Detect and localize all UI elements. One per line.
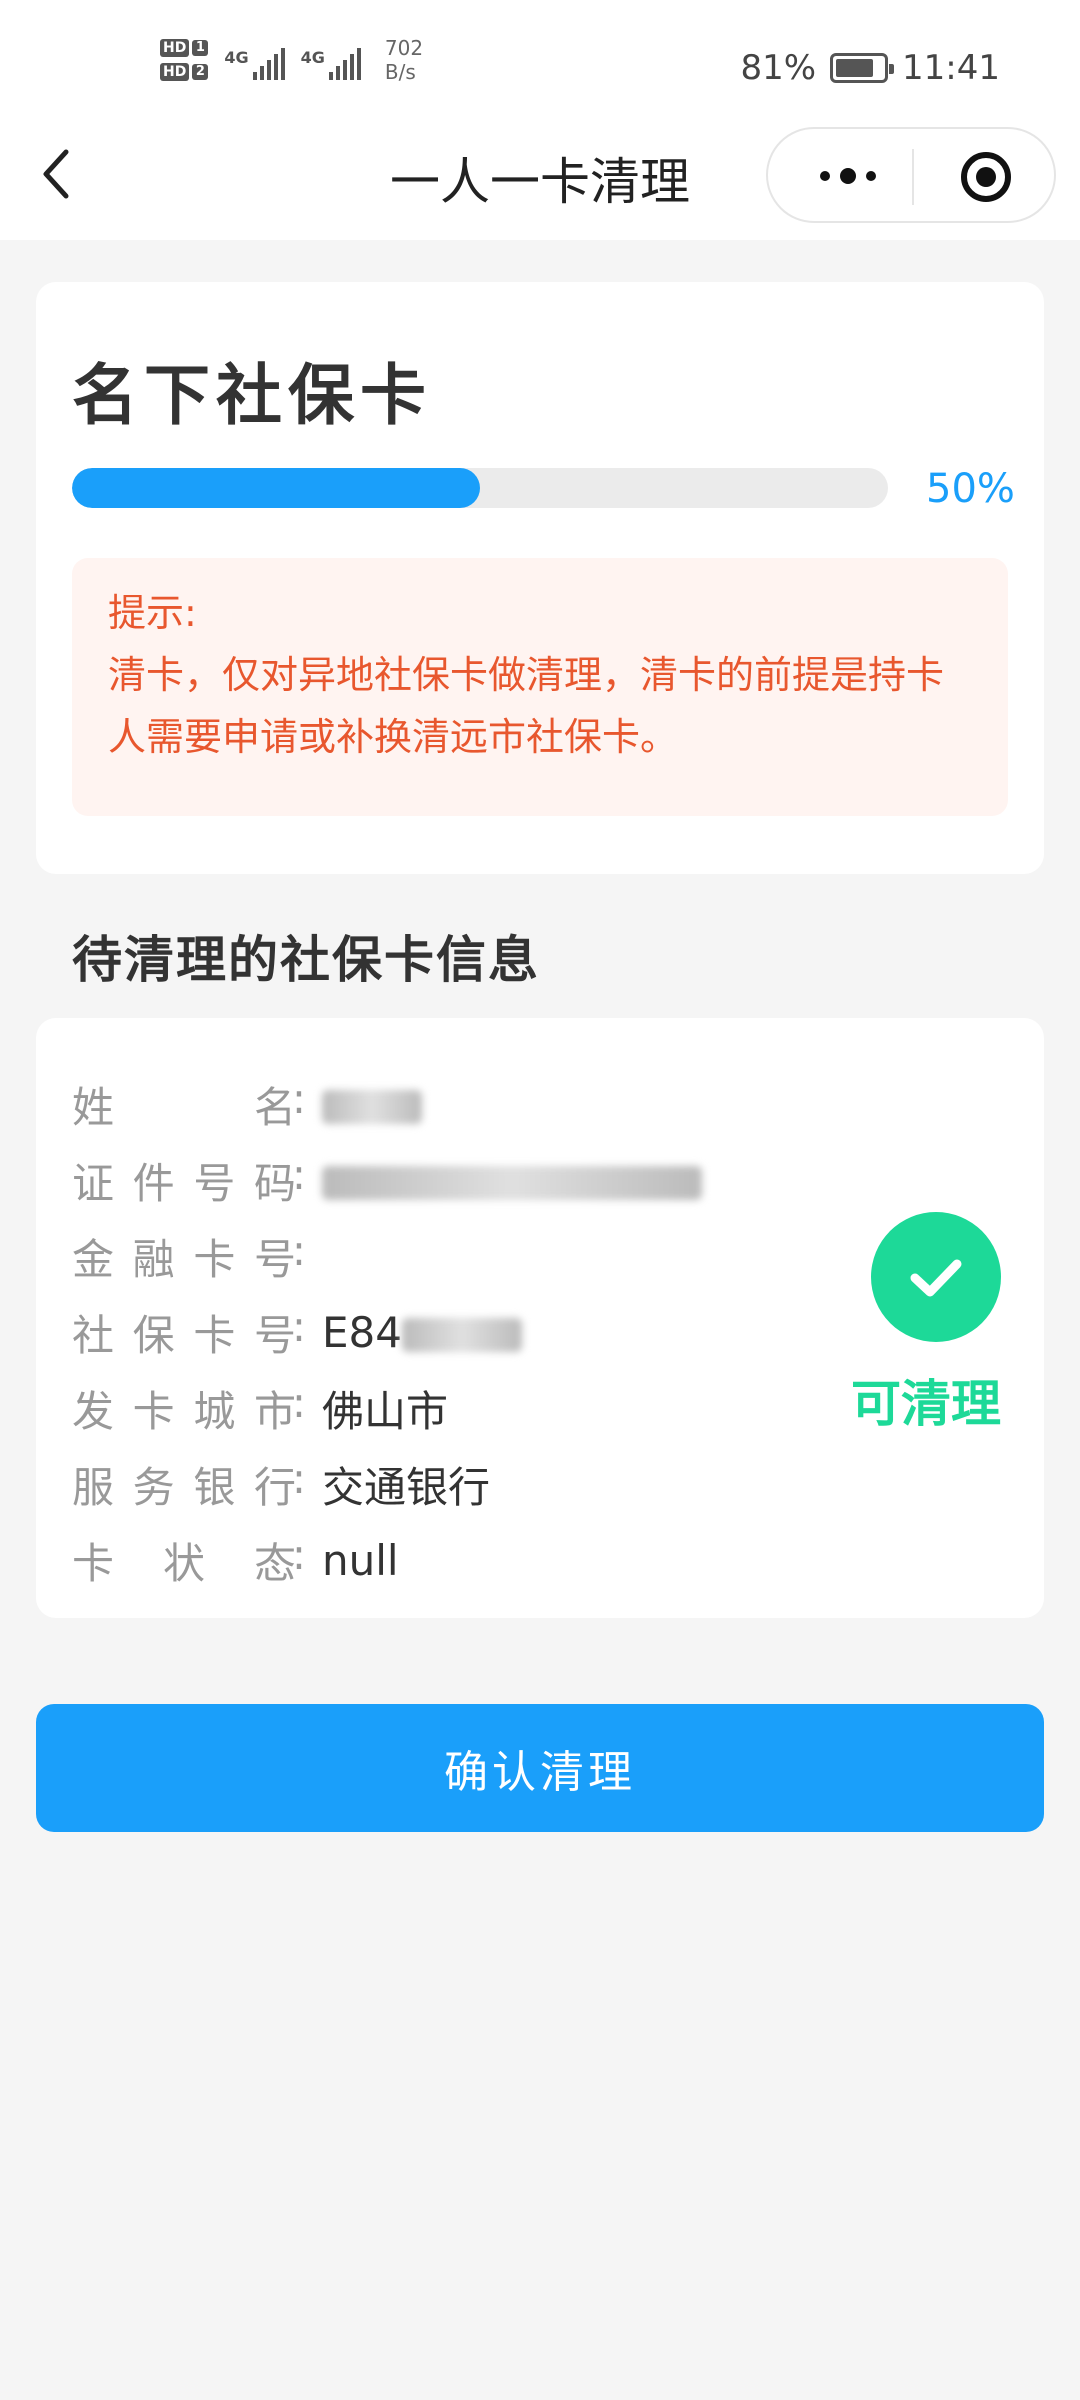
info-label: 服务银行: (72, 1454, 306, 1515)
info-list: 姓名: 证件号码: 金融卡号: 社保卡号: E84 发卡城市: 佛山市服务银行: 交通银行卡状… (72, 1066, 772, 1598)
info-label: 金融卡号: (72, 1226, 306, 1287)
info-label-char: 发 (72, 1386, 115, 1436)
info-value (302, 1156, 702, 1205)
sim2-hd-badge: HD (160, 63, 190, 81)
info-label-char: 名 (253, 1082, 296, 1132)
battery-fill (836, 59, 874, 77)
info-label-char: 金 (72, 1234, 115, 1284)
status-right: 81% 11:41 (740, 48, 1000, 88)
info-label-char: 码 (253, 1158, 296, 1208)
confirm-clean-button[interactable]: 确认清理 (36, 1704, 1044, 1832)
signal2-label: 4G (300, 48, 325, 67)
sim2-number: 2 (192, 64, 209, 80)
info-label-char: 号 (253, 1234, 296, 1284)
info-label-char: 行 (253, 1462, 296, 1512)
info-value: null (302, 1536, 399, 1585)
info-label-char: 市 (253, 1386, 296, 1436)
sim1-indicator: HD 1 (160, 39, 209, 57)
signal1-label: 4G (224, 48, 249, 67)
section-title: 待清理的社保卡信息 (72, 931, 540, 989)
status-left: HD 1 HD 2 4G 4G 702 B/s (160, 36, 423, 84)
info-label-char: 号 (193, 1158, 236, 1208)
progress-bar (72, 468, 888, 508)
info-row: 卡状态: null (72, 1522, 772, 1598)
sim1-hd-badge: HD (160, 39, 190, 57)
status-area: 可清理 (816, 1212, 1056, 1436)
clock: 11:41 (902, 48, 1000, 88)
info-label: 发卡城市: (72, 1378, 306, 1439)
tip-title: 提示: (108, 591, 197, 635)
info-label-char: 卡 (72, 1538, 115, 1588)
info-label-char: 城 (193, 1386, 236, 1436)
target-icon (961, 152, 1011, 202)
net-speed-value: 702 (384, 36, 424, 60)
info-value-text: 交通银行 (322, 1462, 491, 1512)
info-row: 姓名: (72, 1066, 772, 1142)
info-label: 卡状态: (72, 1530, 306, 1591)
info-label-char: 卡 (193, 1234, 236, 1284)
info-label-char: 社 (72, 1310, 115, 1360)
info-label-char: 状 (162, 1538, 205, 1588)
info-label-char: 务 (132, 1462, 175, 1512)
info-row: 发卡城市: 佛山市 (72, 1370, 772, 1446)
info-label: 证件号码: (72, 1150, 306, 1211)
sim1-number: 1 (192, 40, 209, 56)
info-row: 金融卡号: (72, 1218, 772, 1294)
progress-fill (72, 468, 480, 508)
info-label-colon: : (291, 1225, 306, 1275)
sim2-indicator: HD 2 (160, 63, 209, 81)
battery-percent: 81% (740, 48, 817, 88)
info-label-char: 态 (253, 1538, 296, 1588)
info-label-char: 保 (132, 1310, 175, 1360)
status-text: 可清理 (851, 1375, 1001, 1433)
redacted-block (322, 1166, 702, 1200)
more-dots-icon (820, 171, 830, 181)
card-info-card: 姓名: 证件号码: 金融卡号: 社保卡号: E84 发卡城市: 佛山市服务银行: 交通银行卡状… (36, 1018, 1044, 1618)
capsule-divider (912, 149, 914, 205)
info-label-char: 号 (253, 1310, 296, 1360)
info-label-char: 融 (132, 1234, 175, 1284)
info-value: E84 (302, 1308, 522, 1357)
mini-program-capsule (766, 127, 1056, 223)
info-label-char: 卡 (193, 1310, 236, 1360)
info-label-char: 卡 (132, 1386, 175, 1436)
check-circle-icon (871, 1212, 1001, 1342)
info-label-char: 证 (72, 1158, 115, 1208)
more-button[interactable] (808, 151, 888, 201)
info-row: 证件号码: (72, 1142, 772, 1218)
signal2-icon: 4G (301, 40, 361, 80)
progress-percent: 50% (926, 466, 1015, 512)
info-value-text: E84 (322, 1307, 402, 1357)
nav-bar: 一人一卡清理 (0, 100, 1080, 240)
info-label-char: 件 (132, 1158, 175, 1208)
net-speed-unit: B/s (384, 60, 416, 84)
net-speed: 702 B/s (385, 36, 423, 84)
close-button[interactable] (958, 149, 1014, 205)
info-value (302, 1080, 422, 1129)
info-value-text: null (322, 1535, 399, 1585)
tip-box: 提示: 清卡，仅对异地社保卡做清理，清卡的前提是持卡人需要申请或补换清远市社保卡… (72, 558, 1008, 816)
info-value: 交通银行 (302, 1454, 490, 1515)
info-label-char: 姓 (72, 1082, 115, 1132)
card-title: 名下社保卡 (72, 357, 432, 434)
info-label-char: 银 (193, 1462, 236, 1512)
redacted-block (401, 1318, 522, 1352)
signal1-icon: 4G (224, 40, 285, 80)
info-label: 社保卡号: (72, 1302, 306, 1363)
redacted-block (322, 1090, 422, 1124)
info-value: 佛山市 (302, 1378, 448, 1439)
info-label-char: 服 (72, 1462, 115, 1512)
tip-text: 清卡，仅对异地社保卡做清理，清卡的前提是持卡人需要申请或补换清远市社保卡。 (108, 653, 945, 759)
info-row: 社保卡号: E84 (72, 1294, 772, 1370)
info-value-text: 佛山市 (322, 1386, 449, 1436)
battery-icon (830, 53, 895, 83)
progress-card: 名下社保卡 50% 提示: 清卡，仅对异地社保卡做清理，清卡的前提是持卡人需要申… (36, 282, 1044, 874)
info-row: 服务银行: 交通银行 (72, 1446, 772, 1522)
info-label: 姓名: (72, 1074, 306, 1135)
